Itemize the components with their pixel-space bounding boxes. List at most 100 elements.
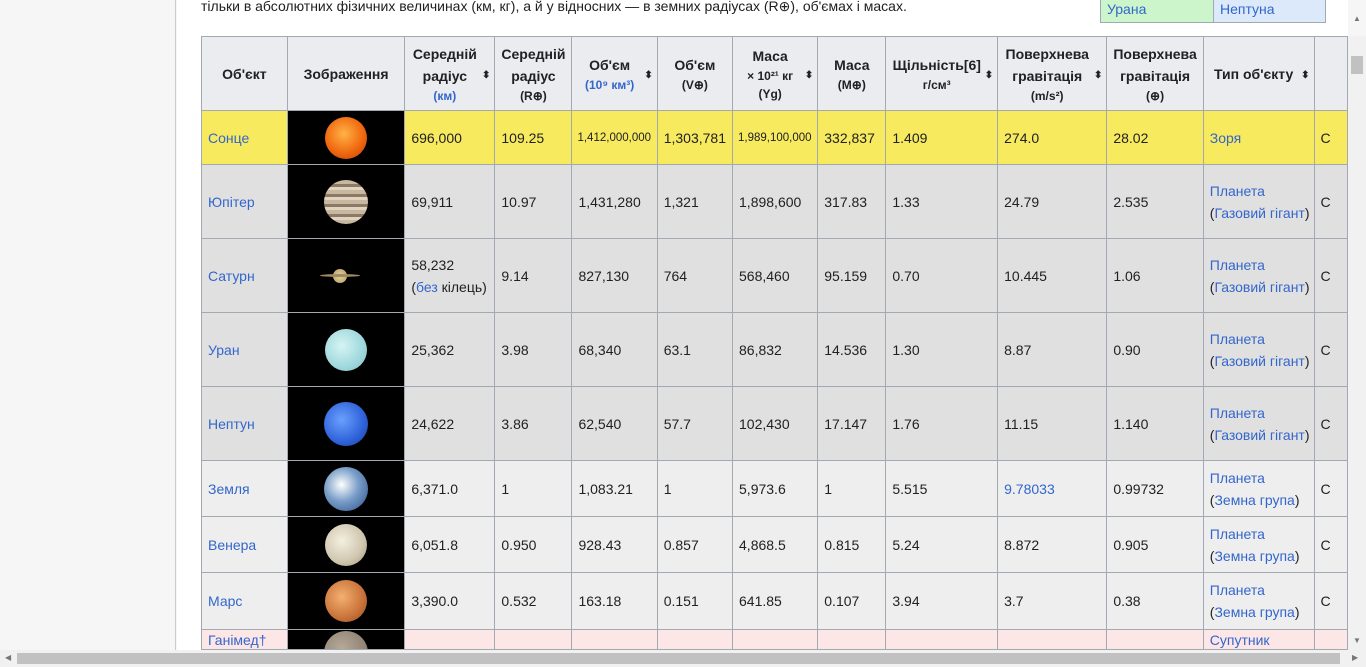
mars-image[interactable] <box>325 580 368 622</box>
column-header[interactable]: Маса × 10²¹ кг (Yg) <box>732 36 819 111</box>
subtype-link[interactable]: Земна група <box>1214 492 1294 508</box>
column-header[interactable]: Щільність[6] г/см³ <box>885 36 999 111</box>
object-image-cell[interactable] <box>286 238 406 313</box>
data-cell: 5,973.6 <box>732 460 819 517</box>
data-cell: 1,898,600 <box>732 164 819 239</box>
type-link[interactable]: Планета <box>1210 331 1265 347</box>
object-link[interactable]: Уран <box>208 342 240 358</box>
column-header[interactable]: Об'єм (10⁹ км³) <box>571 36 658 111</box>
data-cell: 696,000 <box>404 110 496 165</box>
subtype-link[interactable]: Земна група <box>1214 604 1294 620</box>
data-cell: 0.38 <box>1106 572 1204 630</box>
column-header-unit: г/см³ <box>922 77 951 92</box>
orbit-cell-partial: С <box>1313 460 1348 517</box>
object-link[interactable]: Земля <box>208 481 250 497</box>
column-header[interactable]: Поверхнева гравітація (m/s²) <box>997 36 1108 111</box>
subtype-link[interactable]: Земна група <box>1214 548 1294 564</box>
horizontal-scrollbar[interactable]: ◀ ▶ <box>0 650 1366 667</box>
earth-image[interactable] <box>324 466 369 511</box>
object-type-cell: Планета (Газовий гігант) <box>1202 164 1315 239</box>
type-link[interactable]: Зоря <box>1210 130 1241 146</box>
type-link[interactable]: Планета <box>1210 183 1265 199</box>
neptune-image[interactable] <box>324 401 369 446</box>
orbit-cell-partial: С <box>1313 238 1348 313</box>
uranus-image[interactable] <box>325 328 368 371</box>
scroll-down-icon[interactable]: ▼ <box>1353 636 1361 646</box>
data-cell: 1.06 <box>1106 238 1204 313</box>
vertical-scrollbar[interactable]: ▲ ▼ <box>1348 14 1366 650</box>
object-link[interactable]: Марс <box>208 593 242 609</box>
object-image-cell[interactable] <box>286 110 406 165</box>
data-cell: 3.86 <box>494 386 573 461</box>
venus-image[interactable] <box>325 523 368 566</box>
navbox-link-uranus[interactable]: Урана <box>1101 0 1214 22</box>
scroll-up-icon[interactable]: ▲ <box>1353 14 1361 24</box>
subtype-link[interactable]: Газовий гігант <box>1214 427 1304 443</box>
object-image-cell[interactable] <box>286 460 406 517</box>
object-link[interactable]: Юпітер <box>208 194 255 210</box>
object-link[interactable]: Венера <box>208 537 256 553</box>
data-cell: 0.107 <box>817 572 887 630</box>
subtype-link[interactable]: Газовий гігант <box>1214 353 1304 369</box>
data-cell: 1 <box>817 460 887 517</box>
gravity-link[interactable]: 9.78033 <box>1004 481 1055 497</box>
type-link[interactable]: Планета <box>1210 582 1265 598</box>
object-image-cell[interactable] <box>286 516 406 573</box>
sun-image[interactable] <box>325 116 368 159</box>
subtype-link[interactable]: Газовий гігант <box>1214 205 1304 221</box>
data-cell: 24.79 <box>997 164 1108 239</box>
link-without[interactable]: без <box>416 279 438 295</box>
type-link[interactable]: Супутник <box>1210 632 1270 648</box>
type-link[interactable]: Планета <box>1210 526 1265 542</box>
subtype-link[interactable]: Газовий гігант <box>1214 279 1304 295</box>
object-link[interactable]: Сатурн <box>208 268 255 284</box>
data-cell: 3.94 <box>885 572 999 630</box>
object-link[interactable]: Ганімед† <box>208 632 266 648</box>
data-cell: 0.532 <box>494 572 573 630</box>
data-cell: 274.0 <box>997 110 1108 165</box>
table-row: Марс 3,390.0 0.532 163.18 0.151 641.85 0.107 3.… <box>201 572 1348 630</box>
horizontal-scroll-thumb[interactable] <box>17 653 1340 664</box>
object-type-cell: Супутник <box>1202 629 1315 650</box>
data-cell: 317.83 <box>817 164 887 239</box>
column-header[interactable]: Тип об'єкту <box>1202 36 1315 111</box>
type-link[interactable]: Планета <box>1210 405 1265 421</box>
data-cell: 568,460 <box>732 238 819 313</box>
orbit-cell-partial <box>1313 629 1348 650</box>
data-cell <box>656 629 734 650</box>
data-cell: 163.18 <box>571 572 658 630</box>
data-cell: 1.33 <box>885 164 999 239</box>
jupiter-image[interactable] <box>324 179 369 224</box>
object-link[interactable]: Нептун <box>208 416 255 432</box>
object-name-cell: Сатурн <box>201 238 288 313</box>
table-wrapper: Об'єктЗображенняСередній радіус(км)Серед… <box>201 36 1348 650</box>
object-image-cell[interactable] <box>286 164 406 239</box>
table-row: Юпітер 69,911 10.97 1,431,280 1,321 1,898,600… <box>201 164 1348 239</box>
scroll-left-icon[interactable]: ◀ <box>5 653 11 663</box>
object-image-cell[interactable] <box>286 572 406 630</box>
column-header[interactable]: Середній радіус (км) <box>404 36 496 111</box>
data-cell: 0.151 <box>656 572 734 630</box>
navbox-link-neptune[interactable]: Нептуна <box>1214 0 1325 22</box>
image-clip <box>288 630 404 649</box>
intro-text: тільки в абсолютних фізичних величинах (… <box>201 0 907 14</box>
object-image-cell[interactable] <box>286 312 406 387</box>
data-cell: 3.7 <box>997 572 1108 630</box>
data-cell: 28.02 <box>1106 110 1204 165</box>
ganymede-image[interactable] <box>324 631 369 649</box>
orbit-cell-partial: С <box>1313 386 1348 461</box>
object-image-cell[interactable] <box>286 629 406 650</box>
type-link[interactable]: Планета <box>1210 257 1265 273</box>
column-header-title: Зображення <box>303 65 389 82</box>
object-type-cell: Зоря <box>1202 110 1315 165</box>
type-link[interactable]: Планета <box>1210 470 1265 486</box>
saturn-rings <box>319 274 360 277</box>
object-link[interactable]: Сонце <box>208 130 249 146</box>
data-cell: 5.515 <box>885 460 999 517</box>
scroll-right-icon[interactable]: ▶ <box>1352 653 1358 663</box>
data-cell: 69,911 <box>404 164 496 239</box>
data-cell: 5.24 <box>885 516 999 573</box>
vertical-scroll-thumb[interactable] <box>1351 56 1363 74</box>
object-image-cell[interactable] <box>286 386 406 461</box>
data-cell: 1.76 <box>885 386 999 461</box>
